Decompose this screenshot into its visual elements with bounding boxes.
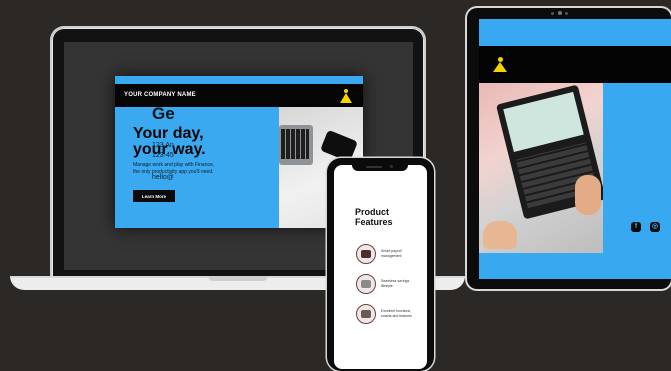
phone-screen: Product Features Smart payroll managemen… bbox=[334, 165, 427, 369]
tablet-address: 123 An bbox=[152, 142, 174, 149]
tablet-contact-panel bbox=[603, 83, 671, 279]
tablet-contact-heading: Ge bbox=[152, 104, 175, 123]
payroll-feature-icon bbox=[356, 244, 376, 264]
photo-hand-left bbox=[483, 221, 517, 249]
photo-keyboard bbox=[281, 129, 309, 159]
feature-item-1: Smart payroll management bbox=[381, 249, 402, 258]
hero-subtitle-line-1: Manage work and play with Finance, bbox=[133, 162, 215, 168]
tablet-logo-icon bbox=[491, 57, 509, 73]
product-features-title-line-1: Product bbox=[355, 207, 390, 217]
instagram-icon[interactable]: ◎ bbox=[650, 222, 660, 232]
logo-icon bbox=[339, 89, 353, 103]
tablet-camera-icon bbox=[551, 11, 569, 15]
tablet-phone: 123-45 bbox=[152, 152, 174, 159]
tablet-screen bbox=[479, 19, 671, 279]
tablet-top-bar bbox=[479, 19, 671, 46]
laptop-notch bbox=[208, 276, 268, 281]
product-features-title: Product Features bbox=[355, 207, 415, 227]
photo-hand-right bbox=[575, 175, 601, 215]
tablet-bottom-bar bbox=[479, 253, 603, 279]
feature-item-2: Seamless savings lifestyle bbox=[381, 279, 410, 288]
company-name: YOUR COMPANY NAME bbox=[124, 92, 196, 98]
product-features-title-line-2: Features bbox=[355, 217, 393, 227]
hero-headline-line-1: Your day, bbox=[133, 125, 204, 142]
savings-feature-icon bbox=[356, 274, 376, 294]
tablet-hero-photo bbox=[479, 83, 607, 253]
feature-item-3: Excellent functions, smarts and features bbox=[381, 309, 412, 318]
phone-camera-icon bbox=[390, 165, 393, 168]
tablet-email[interactable]: hello@ bbox=[152, 174, 174, 181]
functions-feature-icon bbox=[356, 304, 376, 324]
phone-speaker bbox=[366, 166, 382, 168]
learn-more-button[interactable]: Learn More bbox=[133, 190, 175, 202]
facebook-icon[interactable]: f bbox=[631, 222, 641, 232]
